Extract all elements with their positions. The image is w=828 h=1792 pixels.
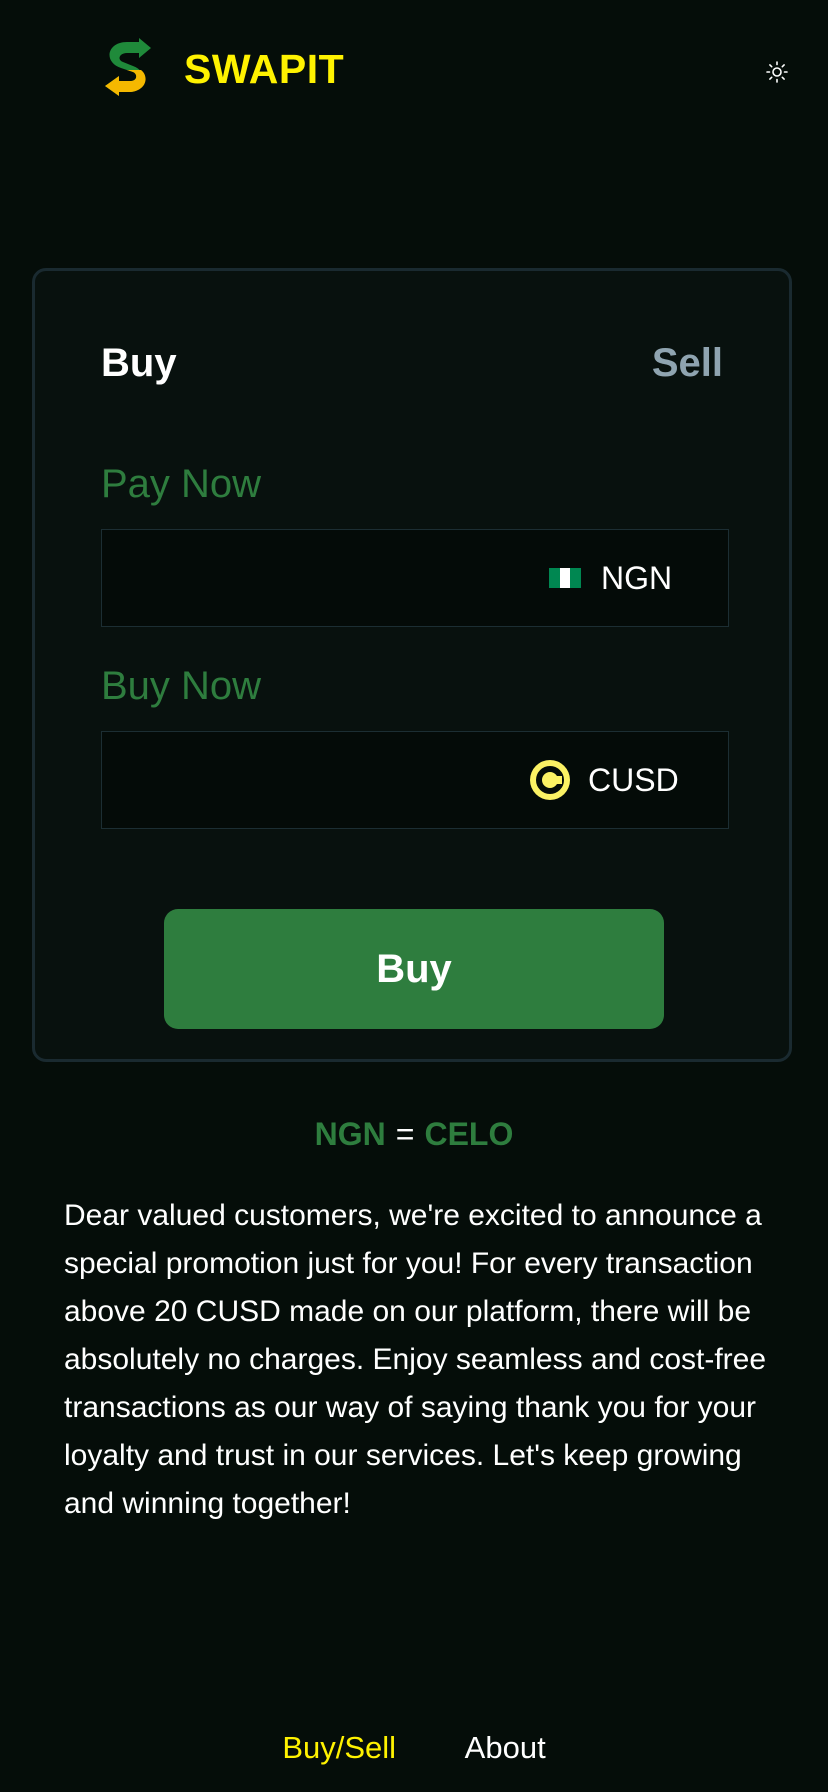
- pay-currency-selector[interactable]: NGN: [549, 530, 672, 626]
- pay-amount-input[interactable]: [102, 530, 522, 626]
- buy-amount-input[interactable]: [102, 732, 522, 828]
- nigeria-flag-icon: [549, 568, 582, 588]
- promo-message: Dear valued customers, we're excited to …: [64, 1199, 767, 1520]
- swap-s-logo-icon[interactable]: [97, 38, 157, 106]
- buy-currency-code: CUSD: [588, 761, 679, 798]
- buy-now-label: Buy Now: [101, 664, 262, 708]
- rate-from-currency: NGN: [314, 1116, 386, 1152]
- pay-now-label: Pay Now: [101, 462, 262, 506]
- app-header: SWAPIT: [0, 0, 828, 150]
- exchange-rate: NGN = CELO: [0, 1116, 828, 1153]
- sun-icon[interactable]: [765, 60, 789, 84]
- nav-buy-sell[interactable]: Buy/Sell: [282, 1730, 396, 1765]
- rate-to-currency: CELO: [424, 1116, 514, 1152]
- rate-equals: =: [395, 1116, 415, 1152]
- tab-buy[interactable]: Buy: [101, 341, 177, 386]
- buy-button[interactable]: Buy: [164, 909, 664, 1029]
- app-brand-name: SWAPIT: [184, 46, 345, 92]
- nav-about[interactable]: About: [465, 1730, 546, 1765]
- buy-currency-selector[interactable]: CUSD: [530, 732, 679, 828]
- cusd-coin-icon: [530, 760, 570, 800]
- footer-nav: Buy/Sell About: [0, 1730, 828, 1766]
- swap-card: Buy Sell Pay Now NGN Buy Now CUSD Buy: [32, 268, 792, 1062]
- buy-now-field: CUSD: [101, 731, 729, 829]
- pay-currency-code: NGN: [601, 559, 673, 596]
- pay-now-field: NGN: [101, 529, 729, 627]
- tab-sell[interactable]: Sell: [652, 341, 723, 386]
